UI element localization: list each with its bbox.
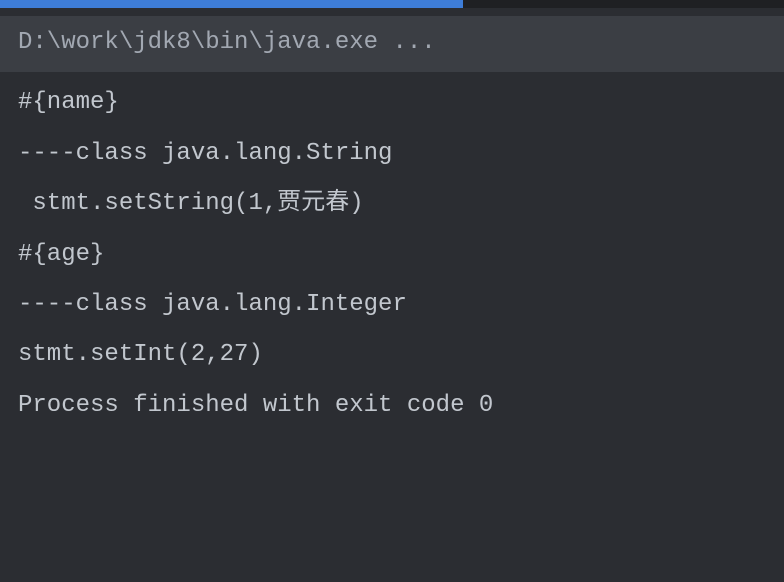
- command-line: D:\work\jdk8\bin\java.exe ...: [0, 16, 784, 72]
- output-line: #{age}: [0, 230, 784, 280]
- output-line: ----class java.lang.Integer: [0, 280, 784, 330]
- console-output: D:\work\jdk8\bin\java.exe ... #{name} --…: [0, 8, 784, 431]
- output-line: stmt.setString(1,贾元春): [0, 179, 784, 229]
- progress-bar-track: [0, 0, 784, 8]
- output-block: #{name} ----class java.lang.String stmt.…: [0, 72, 784, 431]
- progress-bar-fill: [0, 0, 463, 8]
- output-line: Process finished with exit code 0: [0, 381, 784, 431]
- output-line: #{name}: [0, 78, 784, 128]
- output-line: stmt.setInt(2,27): [0, 330, 784, 380]
- output-line: ----class java.lang.String: [0, 129, 784, 179]
